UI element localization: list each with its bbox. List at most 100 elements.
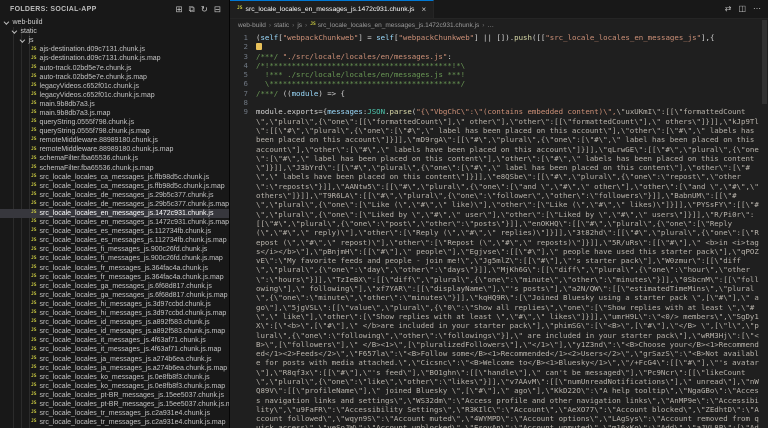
file-row[interactable]: JSqueryString.0555f798.chunk.js.map [0, 127, 229, 136]
file-row[interactable]: JSsrc_locale_locales_ja_messages_js.a274… [0, 364, 229, 373]
file-tree: web-build static js JSajs-destination.d0… [0, 18, 229, 427]
file-row[interactable]: JSsrc_locale_locales_en_messages_js.1472… [0, 218, 229, 227]
file-row[interactable]: JSsrc_locale_locales_pt-BR_messages_js.1… [0, 391, 229, 400]
code-token: ([[ [532, 33, 545, 42]
file-row[interactable]: JSsrc_locale_locales_tr_messages_js.c2a9… [0, 409, 229, 418]
file-name: auto-track.02bd5e7e.chunk.js [40, 65, 132, 72]
file-row[interactable]: JSsrc_locale_locales_it_messages_js.4f63… [0, 345, 229, 354]
breadcrumb-label: js [297, 22, 302, 29]
file-row[interactable]: JSsrc_locale_locales_fi_messages_js.900c… [0, 254, 229, 263]
file-row[interactable]: JSsrc_locale_locales_de_messages_js.29b5… [0, 200, 229, 209]
folder-js[interactable]: js [0, 36, 229, 45]
file-row[interactable]: JSremoteMiddleware.88989180.chunk.js [0, 136, 229, 145]
code-line[interactable]: 7/***/ ((module) => { [230, 89, 768, 98]
breadcrumb-item[interactable]: JSsrc_locale_locales_en_messages_js.1472… [310, 22, 479, 29]
code-line[interactable]: 3/***/ "./src/locale/locales/en/messages… [230, 52, 768, 61]
file-row[interactable]: JSsrc_locale_locales_de_messages_js.29b5… [0, 191, 229, 200]
breadcrumb-item[interactable]: static [274, 22, 289, 29]
js-file-icon: JS [31, 384, 37, 389]
file-row[interactable]: JSsrc_locale_locales_ko_messages_js.0e8f… [0, 373, 229, 382]
js-file-icon: JS [31, 111, 37, 116]
file-row[interactable]: JSmain.9b8db7a3.js [0, 100, 229, 109]
file-row[interactable]: JSqueryString.0555f798.chunk.js [0, 118, 229, 127]
file-name: ajs-destination.d09c7131.chunk.js.map [40, 55, 161, 62]
file-row[interactable]: JSajs-destination.d09c7131.chunk.js [0, 45, 229, 54]
code-lines: 1(self["webpackChunkweb"] = self["webpac… [230, 33, 768, 428]
code-line[interactable]: 4/*!************************************… [230, 61, 768, 70]
code-line[interactable]: 8 [230, 98, 768, 107]
file-row[interactable]: JSschemaFilter.fba65536.chunk.js.map [0, 164, 229, 173]
file-row[interactable]: JSauto-track.02bd5e7e.chunk.js [0, 63, 229, 72]
file-row[interactable]: JSsrc_locale_locales_es_messages_js.1127… [0, 227, 229, 236]
new-file-icon[interactable]: ⊞ [176, 5, 183, 14]
file-row[interactable]: JSauto-track.02bd5e7e.chunk.js.map [0, 73, 229, 82]
code-line[interactable]: 9module.exports={messages:JSON.parse("{\… [230, 107, 768, 428]
code-line[interactable]: 5 !*** ./src/locale/locales/en/messages.… [230, 70, 768, 79]
js-file-icon: JS [31, 366, 37, 371]
js-file-icon: JS [31, 293, 37, 298]
line-number: 9 [230, 107, 256, 116]
code-line[interactable]: 2 [230, 42, 768, 51]
file-row[interactable]: JSsrc_locale_locales_fi_messages_js.900c… [0, 245, 229, 254]
file-row[interactable]: JSsrc_locale_locales_id_messages_js.a892… [0, 327, 229, 336]
file-row[interactable]: JSlegacyVideos.c652f01c.chunk.js [0, 82, 229, 91]
code-token: module [292, 89, 319, 98]
file-row[interactable]: JSsrc_locale_locales_it_messages_js.4f63… [0, 336, 229, 345]
file-row[interactable]: JSlegacyVideos.c652f01c.chunk.js.map [0, 91, 229, 100]
file-row[interactable]: JSremoteMiddleware.88989180.chunk.js.map [0, 145, 229, 154]
file-row[interactable]: JSsrc_locale_locales_fr_messages_js.364f… [0, 264, 229, 273]
code-line[interactable]: 1(self["webpackChunkweb"] = self["webpac… [230, 33, 768, 42]
more-actions-icon[interactable]: ⋯ [753, 5, 761, 13]
code-area[interactable]: 1(self["webpackChunkweb"] = self["webpac… [230, 32, 768, 428]
file-row[interactable]: JSajs-destination.d09c7131.chunk.js.map [0, 54, 229, 63]
editor-scrollbar[interactable] [762, 20, 767, 104]
file-row[interactable]: JSschemaFilter.fba65536.chunk.js [0, 154, 229, 163]
file-row[interactable]: JSsrc_locale_locales_id_messages_js.a892… [0, 318, 229, 327]
file-row[interactable]: JSsrc_locale_locales_ga_messages_js.6f68… [0, 282, 229, 291]
file-row[interactable]: JSsrc_locale_locales_es_messages_js.1127… [0, 236, 229, 245]
file-row[interactable]: JSsrc_locale_locales_fr_messages_js.364f… [0, 273, 229, 282]
new-folder-icon[interactable]: ⧉ [189, 5, 195, 14]
file-row[interactable]: JSsrc_locale_locales_pt-BR_messages_js.1… [0, 400, 229, 409]
file-row[interactable]: JSsrc_locale_locales_tr_messages_js.c2a9… [0, 418, 229, 427]
collapse-all-icon[interactable]: ⊟ [214, 5, 221, 14]
js-file-icon: JS [31, 166, 37, 171]
file-name: src_locale_locales_en_messages_js.1472c9… [40, 210, 214, 217]
js-file-icon: JS [31, 184, 37, 189]
line-number: 3 [230, 52, 256, 61]
breadcrumb-item[interactable]: … [487, 22, 494, 29]
folder-static[interactable]: static [0, 27, 229, 36]
close-icon[interactable]: × [421, 5, 426, 14]
code-line[interactable]: 6 \*************************************… [230, 79, 768, 88]
explorer-header: FOLDERS: SOCIAL-APP ⊞⧉↻⊟ [0, 0, 229, 18]
breadcrumb-item[interactable]: js [297, 22, 302, 29]
js-file-icon: JS [31, 420, 37, 425]
js-file-icon: JS [237, 7, 243, 12]
js-file-icon: JS [31, 84, 37, 89]
breadcrumb-item[interactable]: web-build [238, 22, 266, 29]
file-name: src_locale_locales_hi_messages_js.3d97cc… [40, 301, 211, 308]
file-row[interactable]: JSsrc_locale_locales_ga_messages_js.6f68… [0, 291, 229, 300]
file-name: main.9b8db7a3.js.map [40, 110, 111, 117]
file-row[interactable]: JSsrc_locale_locales_hi_messages_js.3d97… [0, 309, 229, 318]
js-file-icon: JS [31, 129, 37, 134]
file-row[interactable]: JSmain.9b8db7a3.js.map [0, 109, 229, 118]
tab-en-messages-chunk[interactable]: JS src_locale_locales_en_messages_js.147… [230, 0, 434, 18]
split-editor-icon[interactable]: ◫ [738, 5, 746, 13]
file-row-selected[interactable]: JSsrc_locale_locales_en_messages_js.1472… [0, 209, 229, 218]
file-row[interactable]: JSsrc_locale_locales_ja_messages_js.a274… [0, 354, 229, 363]
line-content: /***/ "./src/locale/locales/en/messages.… [256, 52, 768, 61]
folder-web-build[interactable]: web-build [0, 18, 229, 27]
code-token: JSON [367, 107, 385, 116]
file-row[interactable]: JSsrc_locale_locales_ca_messages_js.ffb9… [0, 182, 229, 191]
js-file-icon: JS [31, 120, 37, 125]
open-changes-icon[interactable]: ⇄ [725, 5, 732, 13]
code-token: "webpackChunkweb" [283, 33, 359, 42]
file-row[interactable]: JSsrc_locale_locales_ko_messages_js.0e8f… [0, 382, 229, 391]
file-row[interactable]: JSsrc_locale_locales_ca_messages_js.ffb9… [0, 173, 229, 182]
breadcrumb-label: web-build [238, 22, 266, 29]
file-row[interactable]: JSsrc_locale_locales_hi_messages_js.3d97… [0, 300, 229, 309]
refresh-icon[interactable]: ↻ [201, 5, 208, 14]
file-name: src_locale_locales_hi_messages_js.3d97cc… [40, 310, 227, 317]
code-token: ) => { [318, 89, 345, 98]
